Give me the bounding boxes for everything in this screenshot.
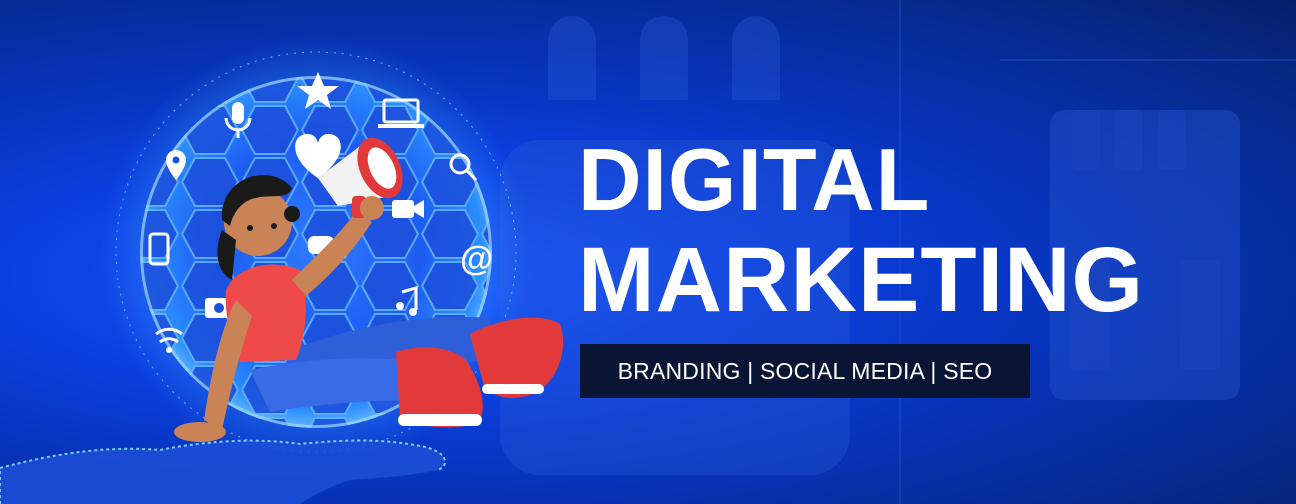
tagline-banner: BRANDING | SOCIAL MEDIA | SEO: [580, 344, 1030, 398]
shoe-back: [470, 317, 564, 398]
at-sign-icon: @: [460, 240, 493, 278]
resting-hand: [174, 422, 226, 442]
digital-hand: [0, 439, 447, 504]
headline-line-1: DIGITAL: [578, 130, 931, 229]
headline-line-2: MARKETING: [578, 229, 1145, 331]
digital-marketing-banner: @ DIGITAL MARKETING BRANDING | SOCIAL ME…: [0, 0, 1296, 504]
svg-text:@: @: [460, 240, 493, 278]
headline: DIGITAL MARKETING: [578, 130, 1145, 331]
